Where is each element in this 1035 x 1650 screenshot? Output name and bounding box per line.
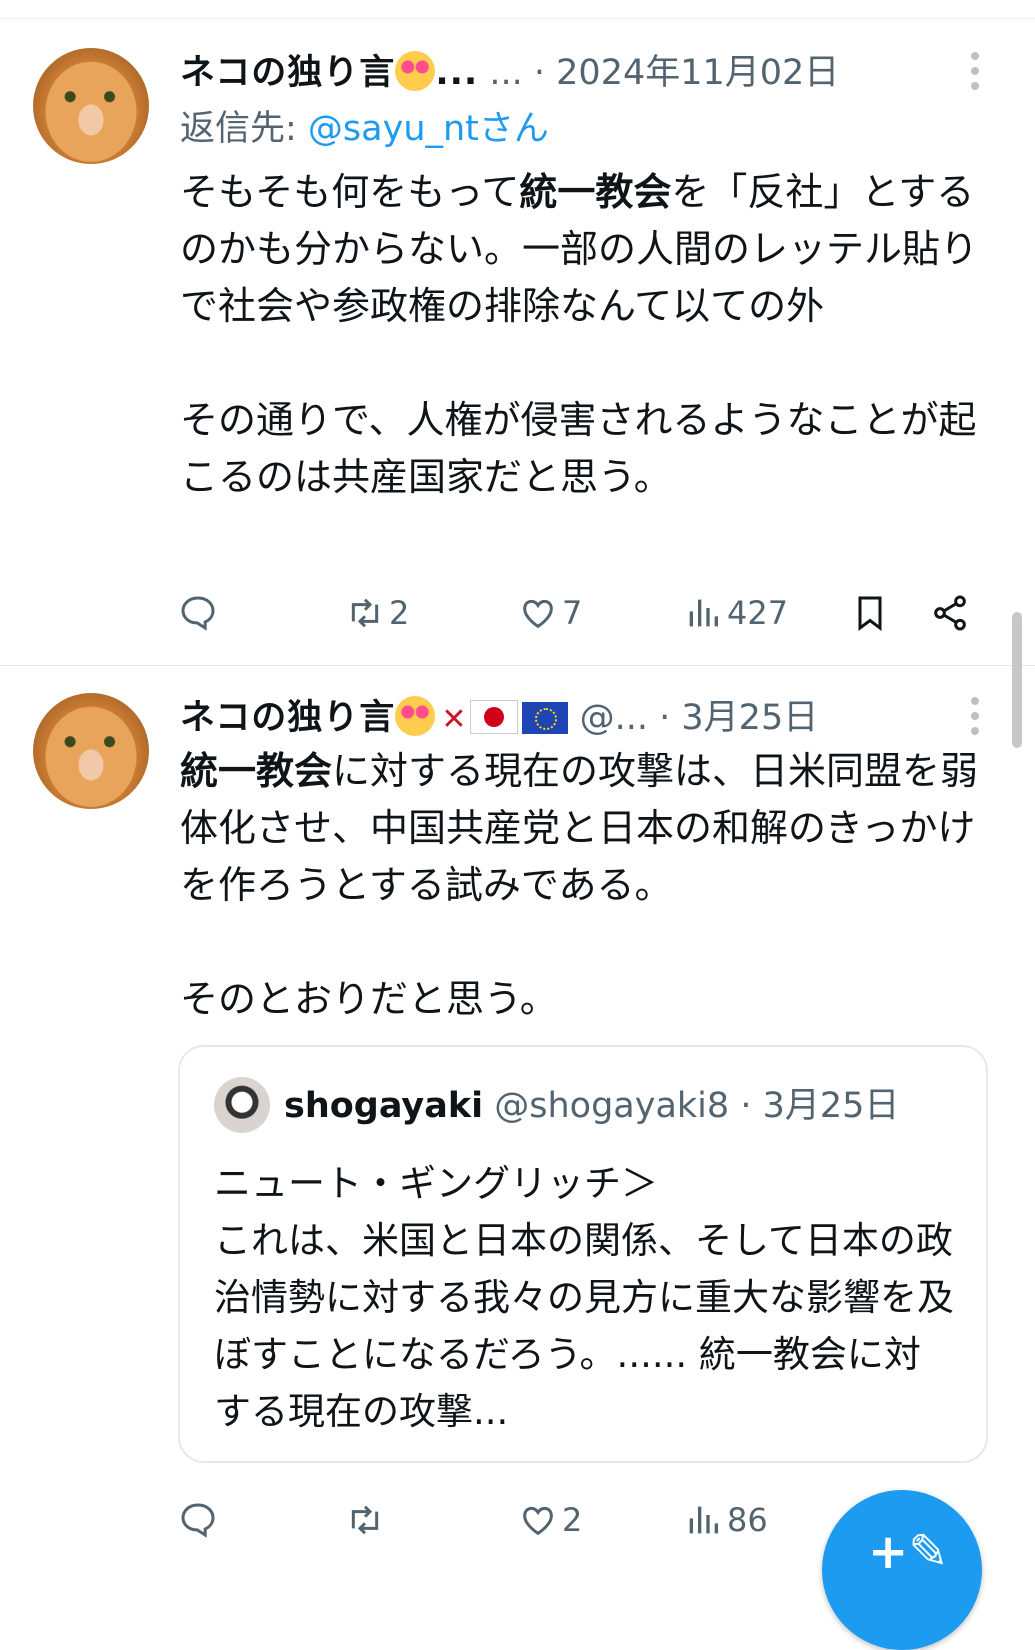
share-icon [934,595,966,631]
repost-button[interactable] [345,1490,389,1550]
reply-button[interactable] [178,1490,218,1550]
tweet-header: ネコの独り言... ... · 2024年11月02日 [180,48,995,98]
more-icon[interactable] [970,52,980,92]
repost-icon [351,1505,379,1535]
japan-flag-icon [470,700,519,734]
repost-icon [351,598,379,628]
reply-context: 返信先: @sayu_ntさん [180,104,549,154]
like-count: 7 [562,594,583,632]
avatar[interactable] [33,693,149,809]
tweet-header: ネコの独り言 ✕ @... · 3月25日 [180,693,995,743]
quoted-timestamp[interactable]: 3月25日 [763,1086,900,1126]
share-button[interactable] [930,583,970,643]
views-count: 427 [727,594,789,632]
quoted-display-name[interactable]: shogayaki [284,1086,483,1126]
separator: · [533,53,546,93]
separator: · [740,1086,752,1126]
more-icon[interactable] [970,697,980,737]
tweet-1[interactable]: ネコの独り言... ... · 2024年11月02日 返信先: @sayu_n… [0,40,1035,660]
views-count: 86 [727,1501,768,1539]
eu-flag-icon [522,702,569,734]
views-icon [689,1506,718,1534]
tweet-text-bold: 統一教会 [180,749,333,793]
top-divider [0,18,1035,19]
compose-icon: +✎ [868,1524,949,1580]
views-icon [689,599,718,627]
reply-icon [181,596,215,631]
bookmark-button[interactable] [850,583,890,643]
repost-button[interactable]: 2 [345,583,409,643]
tweet-text: そもそも何をもって統一教会を「反社」とするのかも分からない。一部の人間のレッテル… [180,164,1000,506]
reply-mention-link[interactable]: @sayu_ntさん [308,109,549,149]
like-icon [523,599,553,629]
bookmark-icon [858,596,882,631]
avatar[interactable] [214,1077,270,1133]
cat-emoji-icon [395,696,436,736]
timestamp[interactable]: 2024年11月02日 [556,53,839,93]
timestamp[interactable]: 3月25日 [681,698,818,738]
quoted-tweet-text: ニュート・ギングリッチ＞ これは、米国と日本の関係、そして日本の政治情勢に対する… [214,1162,954,1433]
crossed-flags-icon: ✕ [441,702,467,737]
tweet-text: 統一教会に対する現在の攻撃は、日米同盟を弱体化させ、中国共産党と日本の和解のきっ… [180,743,1000,1028]
tweet-divider [0,665,1035,666]
tweet-text-after: を「反社」とするのかも分からない。一部の人間のレッテル貼りで社会や参政権の排除な… [180,170,979,499]
action-bar: 2 7 427 [0,583,1035,643]
tweet-2[interactable]: ネコの独り言 ✕ @... · 3月25日 統一教会に対する現在の攻撃は、日米同盟… [0,685,1035,1582]
reply-button[interactable] [178,583,218,643]
cat-emoji-icon [395,51,436,91]
like-count: 2 [562,1501,583,1539]
quoted-tweet-header: shogayaki @shogayaki8 · 3月25日 [284,1081,899,1131]
tweet-text-bold: 統一教会 [519,170,672,214]
name-ellipsis: ... [435,53,479,93]
handle[interactable]: ... [489,53,522,93]
like-button[interactable]: 2 [518,1490,582,1550]
repost-count: 2 [389,594,410,632]
like-icon [523,1506,553,1536]
tweet-text-before: そもそも何をもって [180,170,520,214]
display-name[interactable]: ネコの独り言 [180,53,395,93]
avatar[interactable] [33,48,149,164]
compose-button[interactable]: +✎ [822,1490,982,1650]
views-button[interactable]: 427 [683,583,788,643]
reply-prefix: 返信先: [180,109,308,149]
quoted-handle[interactable]: @shogayaki8 [494,1086,729,1126]
handle[interactable]: @... [580,698,648,738]
separator: · [659,698,671,738]
like-button[interactable]: 7 [518,583,582,643]
views-button[interactable]: 86 [683,1490,768,1550]
quoted-tweet[interactable]: shogayaki @shogayaki8 · 3月25日 ニュート・ギングリッ… [178,1045,988,1463]
display-name[interactable]: ネコの独り言 [180,698,395,738]
reply-icon [181,1503,215,1538]
